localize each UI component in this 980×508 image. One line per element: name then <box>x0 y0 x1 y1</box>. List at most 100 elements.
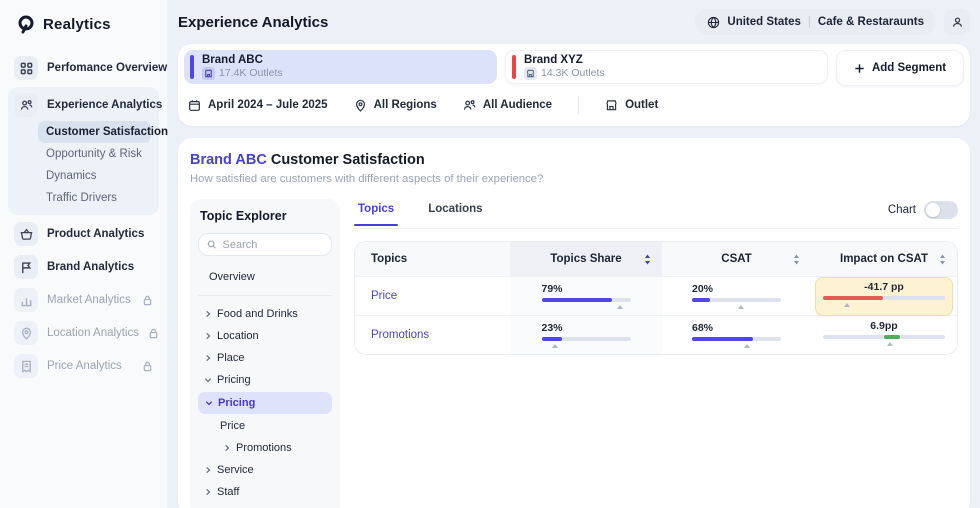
sidebar-item-location-analytics[interactable]: Location Analytics <box>8 318 159 348</box>
chart-toggle-label: Chart <box>888 204 916 216</box>
benchmark-marker <box>617 305 623 309</box>
tab-topics[interactable]: Topics <box>354 203 398 225</box>
report-title: Brand ABC Customer Satisfaction <box>190 152 958 168</box>
segment-card-brand-abc[interactable]: Brand ABC 17.4K Outlets <box>184 50 497 84</box>
sidebar-item-price-analytics[interactable]: Price Analytics <box>8 351 159 381</box>
sidebar-item-dynamics[interactable]: Dynamics <box>38 165 151 187</box>
report-title-rest: Customer Satisfaction <box>271 152 425 168</box>
calendar-icon <box>188 99 201 112</box>
chevron-right-icon <box>204 354 212 362</box>
topbar: Experience Analytics United States | Caf… <box>178 0 970 44</box>
sidebar-item-opportunity-risk[interactable]: Opportunity & Risk <box>38 143 151 165</box>
tree-item-price[interactable]: Price <box>198 415 332 437</box>
chevron-right-icon <box>204 466 212 474</box>
chevron-down-icon <box>204 376 212 384</box>
tree-item-food-and-drinks[interactable]: Food and Drinks <box>198 303 332 325</box>
table-header-row: Topics Topics Share CSAT <box>355 242 957 276</box>
report-subtitle: How satisfied are customers with differe… <box>190 173 958 185</box>
sidebar-item-product-analytics[interactable]: Product Analytics <box>8 219 159 249</box>
store-icon <box>524 67 537 80</box>
sidebar-item-experience-analytics[interactable]: Experience Analytics <box>8 87 159 121</box>
receipt-icon <box>14 354 38 378</box>
date-range-filter[interactable]: April 2024 – Jule 2025 <box>188 99 328 112</box>
tree-item-location[interactable]: Location <box>198 325 332 347</box>
column-header-csat[interactable]: CSAT <box>662 242 811 276</box>
chevron-right-icon <box>223 444 231 452</box>
topic-link-promotions[interactable]: Promotions <box>371 329 429 341</box>
tree-item-service[interactable]: Service <box>198 459 332 481</box>
topics-share-bar: 79% <box>542 284 631 309</box>
sidebar-group-experience-analytics: Experience Analytics Customer Satisfacti… <box>8 87 159 215</box>
sidebar-item-label: Market Analytics <box>47 294 131 306</box>
sidebar-item-label: Location Analytics <box>47 327 139 339</box>
chart-toggle-switch[interactable] <box>924 201 958 219</box>
tab-locations[interactable]: Locations <box>424 203 486 225</box>
segment-card-brand-xyz[interactable]: Brand XYZ 14.3K Outlets <box>505 50 828 84</box>
filter-bar: April 2024 – Jule 2025 All Regions All A… <box>184 86 964 120</box>
chevron-right-icon <box>204 310 212 318</box>
sidebar-item-traffic-drivers[interactable]: Traffic Drivers <box>38 187 151 209</box>
sidebar-item-performance-overview[interactable]: Perfomance Overview <box>8 53 159 83</box>
impact-highlight-box: -41.7 pp <box>815 277 953 316</box>
segment-accent-bar <box>190 55 194 79</box>
sidebar-item-customer-satisfaction[interactable]: Customer Satisfaction <box>38 121 151 143</box>
app-root: Realytics Perfomance Overview Experie <box>0 0 980 508</box>
segment-name: Brand XYZ <box>524 54 605 66</box>
impact-box: 6.9pp <box>815 316 953 355</box>
segment-name: Brand ABC <box>202 54 283 66</box>
topic-search[interactable] <box>198 233 332 256</box>
topics-share-bar: 23% <box>542 323 631 348</box>
app-logo[interactable]: Realytics <box>0 0 167 50</box>
column-header-topics[interactable]: Topics <box>355 242 510 276</box>
column-header-impact-on-csat[interactable]: Impact on CSAT <box>811 242 957 276</box>
store-icon <box>202 67 215 80</box>
report-title-brand: Brand ABC <box>190 152 267 168</box>
tree-item-promotions[interactable]: Promotions <box>198 437 332 459</box>
scope-separator: | <box>808 16 811 28</box>
topic-link-price[interactable]: Price <box>371 290 397 302</box>
impact-bar: 6.9pp <box>823 321 945 339</box>
sort-icon[interactable] <box>644 254 651 265</box>
map-pin-icon <box>354 99 367 112</box>
sort-icon[interactable] <box>793 254 800 265</box>
level-filter[interactable]: Outlet <box>605 99 658 112</box>
page-title: Experience Analytics <box>178 14 328 31</box>
store-icon <box>605 99 618 112</box>
sidebar-item-market-analytics[interactable]: Market Analytics <box>8 285 159 315</box>
toggle-knob <box>926 203 940 217</box>
lock-icon <box>148 328 159 339</box>
tree-item-place[interactable]: Place <box>198 347 332 369</box>
segments-panel: Brand ABC 17.4K Outlets <box>178 44 970 126</box>
flag-icon <box>14 255 38 279</box>
sidebar-item-label: Brand Analytics <box>47 261 134 273</box>
users-icon <box>463 99 476 112</box>
content-area: Experience Analytics United States | Caf… <box>168 0 980 508</box>
add-segment-button[interactable]: Add Segment <box>836 50 964 86</box>
chevron-down-icon <box>205 399 213 407</box>
search-icon <box>207 239 217 250</box>
grid-icon <box>14 56 38 80</box>
audience-filter[interactable]: All Audience <box>463 99 552 112</box>
user-avatar-button[interactable] <box>944 9 970 35</box>
sidebar-item-label: Price Analytics <box>47 360 122 372</box>
column-header-topics-share[interactable]: Topics Share <box>510 242 662 276</box>
search-input[interactable] <box>223 239 323 251</box>
scope-region: United States <box>727 16 801 28</box>
basket-icon <box>14 222 38 246</box>
tree-item-staff[interactable]: Staff <box>198 481 332 503</box>
segment-meta: 14.3K Outlets <box>541 68 605 79</box>
tree-item-pricing-selected[interactable]: Pricing <box>198 392 332 414</box>
segment-meta: 17.4K Outlets <box>219 68 283 79</box>
sidebar-item-brand-analytics[interactable]: Brand Analytics <box>8 252 159 282</box>
filter-divider <box>578 96 579 114</box>
scope-selector[interactable]: United States | Cafe & Restaraunts <box>695 9 936 35</box>
regions-filter[interactable]: All Regions <box>354 99 437 112</box>
sort-icon[interactable] <box>939 254 946 265</box>
topic-explorer-title: Topic Explorer <box>198 209 332 223</box>
tree-item-overview[interactable]: Overview <box>198 266 332 288</box>
chevron-right-icon <box>204 332 212 340</box>
tree-item-pricing[interactable]: Pricing <box>198 369 332 391</box>
scope-category: Cafe & Restaraunts <box>818 16 924 28</box>
segment-accent-bar <box>512 55 516 79</box>
benchmark-marker <box>738 305 744 309</box>
